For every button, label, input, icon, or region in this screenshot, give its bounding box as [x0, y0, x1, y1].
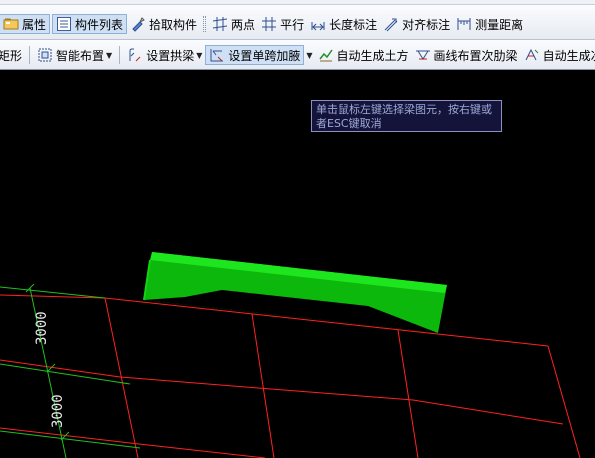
measure-distance-button[interactable]: 测量距离: [453, 14, 526, 34]
length-dimension-icon: [310, 16, 326, 32]
auto-secondary-button[interactable]: 自动生成次: [521, 45, 595, 65]
beam-3d[interactable]: [143, 252, 447, 333]
arch-beam-icon: [127, 47, 143, 63]
properties-icon: [3, 16, 19, 32]
auto-secondary-icon: [524, 47, 540, 63]
toolbar-separator: [119, 46, 121, 64]
properties-label: 属性: [22, 17, 47, 32]
length-dimension-button[interactable]: 长度标注: [307, 14, 380, 34]
pick-component-icon: [130, 16, 146, 32]
pick-component-button[interactable]: 拾取构件: [127, 14, 200, 34]
toolbar-row-1: 属性 构件列表 拾取构件 两点 平行 长度标注 对齐标注 测量距离: [0, 5, 595, 40]
parallel-button[interactable]: 平行: [258, 14, 307, 34]
component-list-button[interactable]: 构件列表: [52, 14, 128, 34]
secondary-rib-label: 画线布置次肋梁: [433, 48, 518, 63]
chevron-down-icon: ▼: [106, 50, 113, 60]
measure-distance-icon: [456, 16, 472, 32]
dimension-label-2: 3000: [50, 394, 66, 428]
parallel-label: 平行: [280, 17, 305, 32]
toolbar-grip[interactable]: [203, 16, 207, 32]
aligned-dimension-label: 对齐标注: [402, 17, 451, 32]
chevron-down-icon[interactable]: ▼: [306, 51, 312, 60]
axis-line-c: [0, 430, 141, 449]
dimension-label-1: 3000: [34, 311, 50, 345]
secondary-rib-button[interactable]: 画线布置次肋梁: [412, 45, 521, 65]
measure-distance-label: 测量距离: [475, 17, 524, 32]
single-span-haunch-button[interactable]: 设置单跨加腋: [205, 45, 305, 65]
drawing-canvas[interactable]: 3000 3000: [0, 70, 595, 458]
auto-secondary-label: 自动生成次: [542, 48, 595, 63]
grid-line-v3: [397, 329, 419, 458]
two-point-button[interactable]: 两点: [209, 14, 258, 34]
canvas-graphics: 3000 3000: [0, 252, 581, 458]
grid-line-v4: [547, 345, 581, 458]
green-axis-lines: [0, 283, 141, 458]
aligned-dimension-button[interactable]: 对齐标注: [380, 14, 453, 34]
arch-beam-button[interactable]: 设置拱梁 ▼: [124, 45, 205, 65]
red-grid: [0, 294, 581, 458]
auto-earthwork-button[interactable]: 自动生成土方: [315, 45, 412, 65]
component-list-label: 构件列表: [75, 17, 124, 32]
auto-earthwork-icon: [318, 47, 334, 63]
status-tooltip: 单击鼠标左键选择梁图元，按右键或者ESC键取消: [311, 100, 502, 132]
grid-line-v2: [251, 313, 275, 458]
aligned-dimension-icon: [383, 16, 399, 32]
pick-component-label: 拾取构件: [149, 17, 198, 32]
smart-layout-icon: [37, 47, 53, 63]
grid-line-h2: [0, 359, 564, 425]
rectangle-button[interactable]: 矩形: [0, 45, 25, 65]
properties-button[interactable]: 属性: [0, 14, 51, 34]
two-point-icon: [212, 16, 228, 32]
smart-layout-label: 智能布置: [56, 48, 105, 63]
secondary-rib-icon: [415, 47, 431, 63]
smart-layout-button[interactable]: 智能布置 ▼: [34, 45, 115, 65]
length-dimension-label: 长度标注: [329, 17, 378, 32]
axis-line-b: [0, 363, 131, 385]
rectangle-label: 矩形: [0, 48, 23, 63]
auto-earthwork-label: 自动生成土方: [336, 48, 409, 63]
component-list-icon: [56, 16, 72, 32]
parallel-icon: [261, 16, 277, 32]
two-point-label: 两点: [231, 17, 256, 32]
toolbar-separator: [29, 46, 31, 64]
arch-beam-label: 设置拱梁: [146, 48, 195, 63]
toolbar-row-2: 矩形 智能布置 ▼ 设置拱梁 ▼ 设置单跨加腋 ▼ 自动生成土方 画线布置次肋梁…: [0, 40, 595, 70]
chevron-down-icon: ▼: [196, 50, 203, 60]
single-span-haunch-label: 设置单跨加腋: [228, 48, 301, 63]
single-span-haunch-icon: [209, 47, 225, 63]
app-window: 属性 构件列表 拾取构件 两点 平行 长度标注 对齐标注 测量距离 矩形 智能布…: [0, 0, 595, 458]
